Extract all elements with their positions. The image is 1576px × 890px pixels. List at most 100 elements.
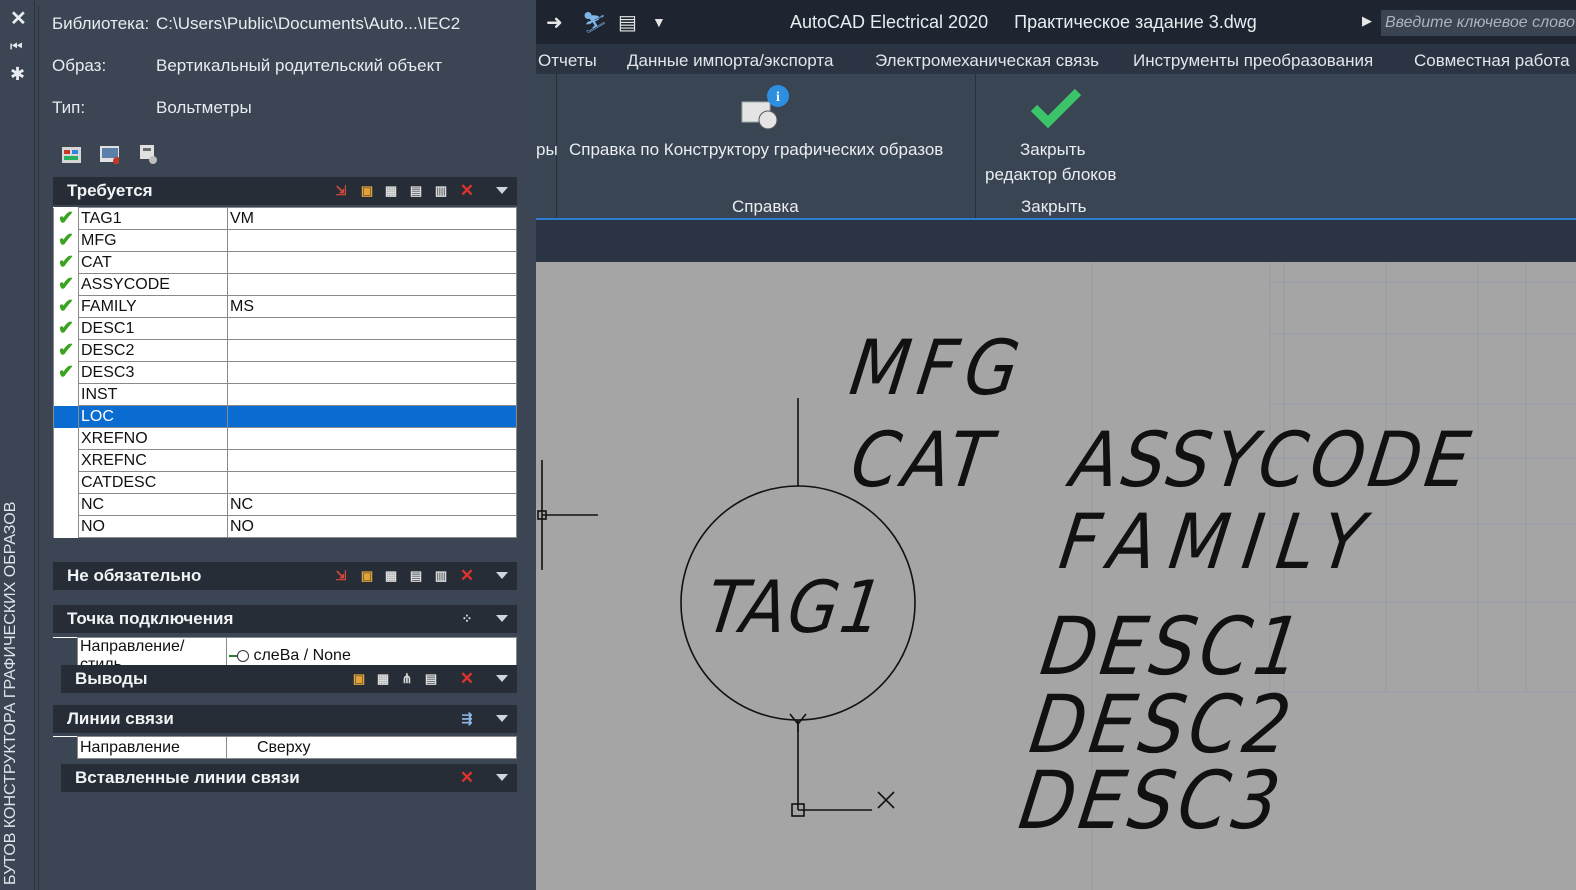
edit-attr-icon[interactable]: ▤: [408, 183, 424, 199]
monitor-icon[interactable]: ▤: [618, 10, 637, 35]
delete-icon[interactable]: ✕: [459, 670, 475, 687]
attribute-name[interactable]: INST: [78, 383, 228, 406]
attribute-value[interactable]: NO: [227, 515, 517, 538]
delete-icon[interactable]: ✕: [459, 769, 475, 786]
attribute-name[interactable]: TAG1: [78, 207, 228, 230]
attribute-name[interactable]: XREFNC: [78, 449, 228, 472]
attribute-value[interactable]: [227, 449, 517, 472]
add-attr-icon[interactable]: ▣: [359, 183, 375, 199]
attribute-name[interactable]: DESC1: [78, 317, 228, 340]
edit-attr-icon[interactable]: ▤: [408, 568, 424, 584]
inserted-wires-section-header[interactable]: Вставленные линии связи ✕: [61, 764, 517, 792]
tab-electromechanical[interactable]: Электромеханическая связь: [875, 51, 1099, 71]
edit-attr2-icon[interactable]: ▥: [433, 183, 449, 199]
search-expand-icon[interactable]: ▶: [1362, 13, 1372, 29]
move-attr-icon[interactable]: ⇲: [333, 183, 349, 199]
tab-conversion-tools[interactable]: Инструменты преобразования: [1133, 51, 1373, 71]
attribute-value[interactable]: [227, 405, 517, 428]
attribute-value[interactable]: [227, 229, 517, 252]
insert-attr-icon[interactable]: ▦: [383, 183, 399, 199]
add-pin-icon[interactable]: ▣: [351, 671, 367, 687]
checkmark-icon[interactable]: [1030, 86, 1082, 130]
connection-point-icon[interactable]: ⁘: [459, 611, 475, 627]
edit-pin-icon[interactable]: ▤: [423, 671, 439, 687]
table-row[interactable]: XREFNO: [53, 427, 517, 450]
attribute-name[interactable]: LOC: [78, 405, 228, 428]
drawing-canvas[interactable]: MFG CAT ASSYCODE FAMILY TAG1 DESC1 DESC2…: [536, 262, 1576, 890]
redo-arrow-icon[interactable]: ➜: [546, 10, 563, 35]
help-button[interactable]: Справка по Конструктору графических обра…: [569, 140, 943, 160]
close-editor-button[interactable]: Закрыть: [1020, 140, 1085, 160]
row-check-cell: [53, 405, 79, 428]
wire-icon[interactable]: ⇶: [459, 711, 475, 727]
edit-attr2-icon[interactable]: ▥: [433, 568, 449, 584]
pins-section-header[interactable]: Выводы ▣ ▦ ⋔ ▤ ✕: [61, 665, 517, 693]
delete-icon[interactable]: ✕: [459, 567, 475, 584]
insert-pin-icon[interactable]: ▦: [375, 671, 391, 687]
attribute-name[interactable]: DESC3: [78, 361, 228, 384]
quick-access-dropdown-icon[interactable]: ▼: [652, 14, 666, 30]
attribute-value[interactable]: [227, 471, 517, 494]
optional-section-header[interactable]: Не обязательно ⇲ ▣ ▦ ▤ ▥ ✕: [53, 562, 517, 590]
help-icon[interactable]: i: [740, 84, 790, 134]
chevron-down-icon[interactable]: [496, 615, 508, 622]
attribute-value[interactable]: MS: [227, 295, 517, 318]
table-row[interactable]: CATDESC: [53, 471, 517, 494]
connection-section-header[interactable]: Точка подключения ⁘: [53, 605, 517, 633]
attribute-name[interactable]: CATDESC: [78, 471, 228, 494]
attribute-name[interactable]: MFG: [78, 229, 228, 252]
attribute-value[interactable]: [227, 339, 517, 362]
close-editor-button-line2[interactable]: редактор блоков: [985, 165, 1116, 185]
chevron-down-icon[interactable]: [496, 675, 508, 682]
table-row[interactable]: ✔ DESC1: [53, 317, 517, 340]
attribute-name[interactable]: DESC2: [78, 339, 228, 362]
table-row[interactable]: ✔ TAG1 VM: [53, 207, 517, 230]
pin-tree-icon[interactable]: ⋔: [399, 671, 415, 687]
table-row[interactable]: ✔ FAMILY MS: [53, 295, 517, 318]
attribute-value[interactable]: [227, 361, 517, 384]
table-row[interactable]: INST: [53, 383, 517, 406]
tab-import-export[interactable]: Данные импорта/экспорта: [627, 51, 833, 71]
tab-reports[interactable]: Отчеты: [538, 51, 597, 71]
attribute-value[interactable]: [227, 273, 517, 296]
attribute-name[interactable]: NO: [78, 515, 228, 538]
share-icon[interactable]: ⛷: [582, 10, 607, 35]
move-attr-icon[interactable]: ⇲: [333, 568, 349, 584]
attribute-value[interactable]: [227, 383, 517, 406]
table-row[interactable]: XREFNC: [53, 449, 517, 472]
attribute-value[interactable]: NC: [227, 493, 517, 516]
table-row[interactable]: ✔ CAT: [53, 251, 517, 274]
table-row[interactable]: NC NC: [53, 493, 517, 516]
wires-direction-value[interactable]: Сверху: [226, 736, 517, 759]
attribute-name[interactable]: ASSYCODE: [78, 273, 228, 296]
attribute-value[interactable]: [227, 427, 517, 450]
table-row[interactable]: LOC: [53, 405, 517, 428]
chevron-down-icon[interactable]: [496, 715, 508, 722]
drawing-svg[interactable]: MFG CAT ASSYCODE FAMILY TAG1 DESC1 DESC2…: [536, 262, 1576, 890]
chevron-down-icon[interactable]: [496, 187, 508, 194]
settings-editor-icon[interactable]: [135, 142, 157, 164]
table-row[interactable]: ✔ DESC3: [53, 361, 517, 384]
image-editor-icon[interactable]: [97, 142, 119, 164]
attribute-name[interactable]: FAMILY: [78, 295, 228, 318]
chevron-down-icon[interactable]: [496, 774, 508, 781]
attribute-name[interactable]: CAT: [78, 251, 228, 274]
add-attr-icon[interactable]: ▣: [359, 568, 375, 584]
required-section-header[interactable]: Требуется ⇲ ▣ ▦ ▤ ▥ ✕: [53, 177, 517, 205]
attribute-editor-icon[interactable]: [59, 142, 81, 164]
attribute-name[interactable]: XREFNO: [78, 427, 228, 450]
chevron-down-icon[interactable]: [496, 572, 508, 579]
attribute-value[interactable]: [227, 251, 517, 274]
tab-collaboration[interactable]: Совместная работа: [1414, 51, 1570, 71]
table-row[interactable]: ✔ ASSYCODE: [53, 273, 517, 296]
table-row[interactable]: ✔ DESC2: [53, 339, 517, 362]
wires-section-header[interactable]: Линии связи ⇶: [53, 705, 517, 733]
search-input[interactable]: Введите ключевое слово: [1381, 10, 1576, 36]
attribute-value[interactable]: VM: [227, 207, 517, 230]
attribute-name[interactable]: NC: [78, 493, 228, 516]
attribute-value[interactable]: [227, 317, 517, 340]
table-row[interactable]: NO NO: [53, 515, 517, 538]
table-row[interactable]: ✔ MFG: [53, 229, 517, 252]
insert-attr-icon[interactable]: ▦: [383, 568, 399, 584]
delete-icon[interactable]: ✕: [459, 182, 475, 199]
